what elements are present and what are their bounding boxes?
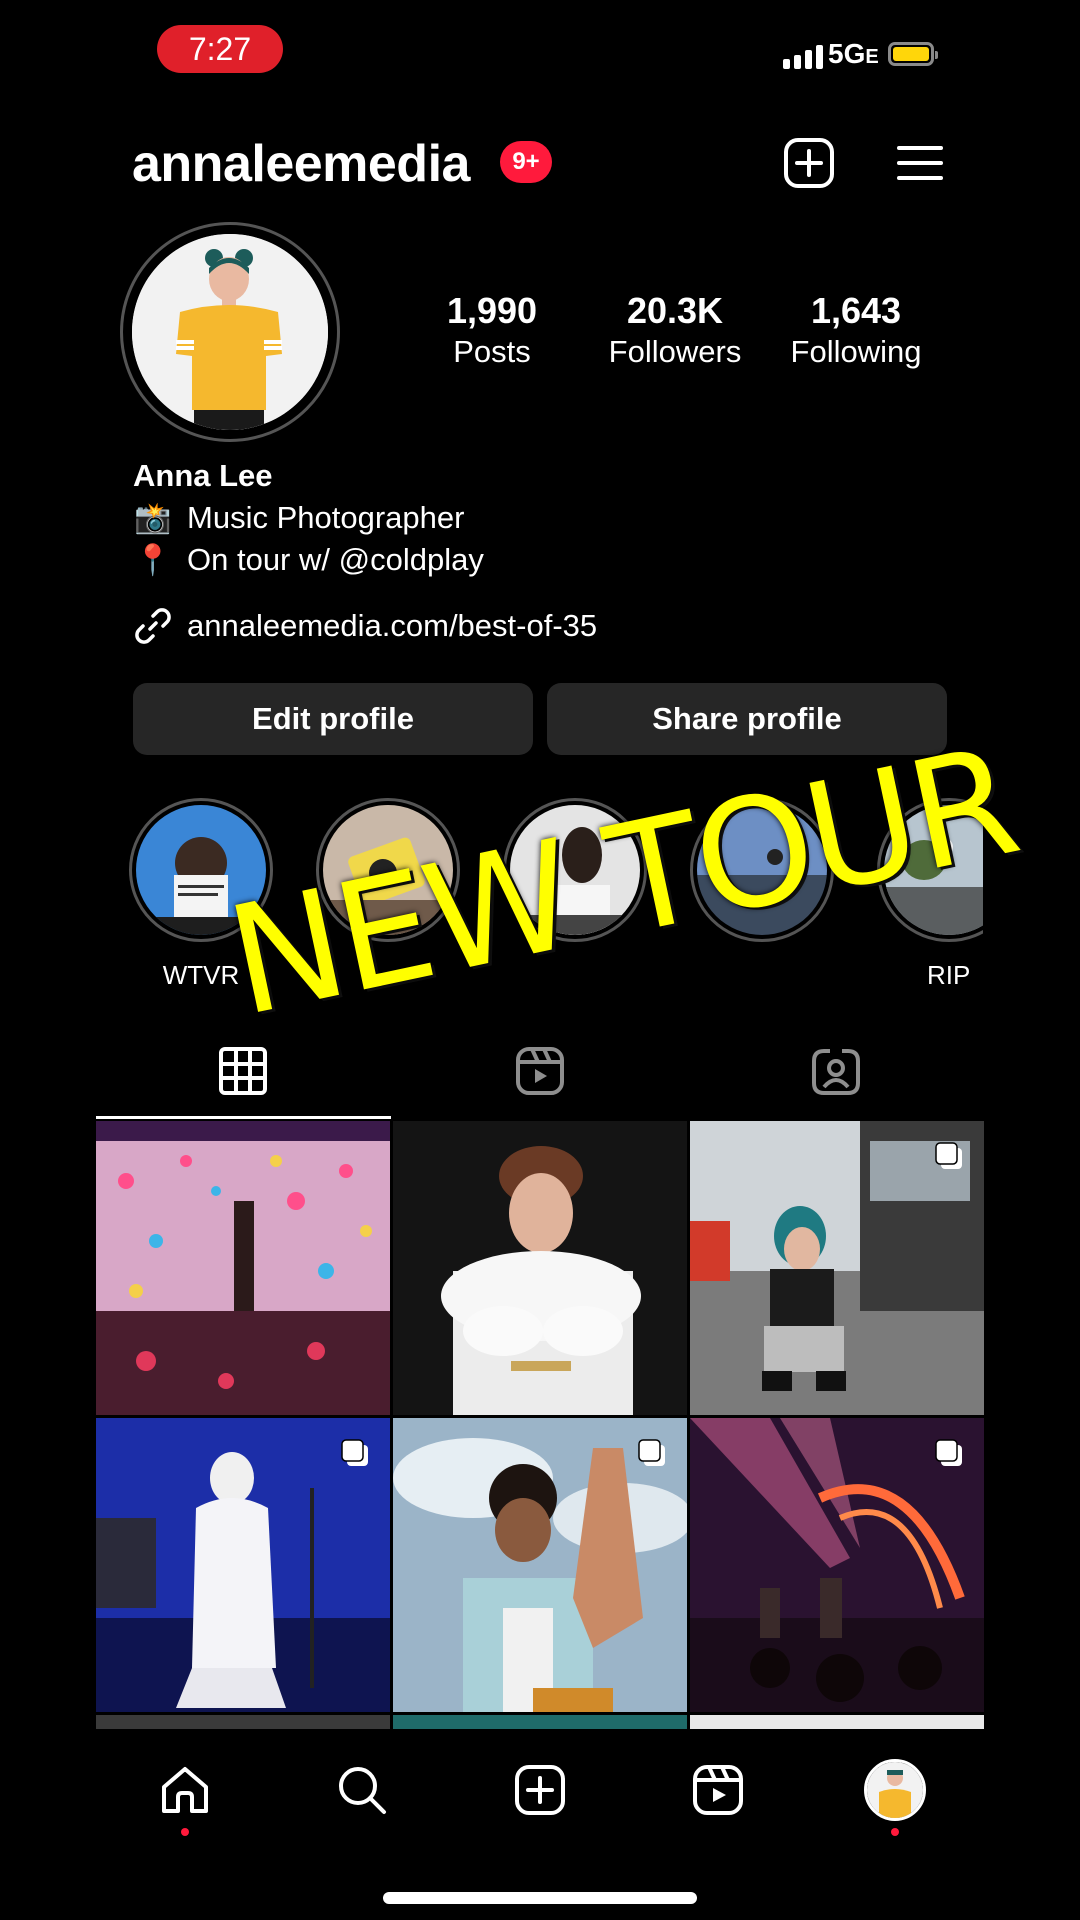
tagged-tab-icon[interactable] (808, 1043, 864, 1099)
search-icon (339, 1767, 386, 1814)
post-thumbnail[interactable] (393, 1418, 687, 1712)
following-count[interactable]: 1,643 Following (780, 290, 932, 370)
post-thumbnail[interactable] (690, 1121, 984, 1415)
post-thumbnail-partial[interactable] (96, 1715, 390, 1729)
post-thumbnail[interactable] (690, 1418, 984, 1712)
home-notification-dot (181, 1828, 189, 1836)
battery-icon (888, 42, 938, 66)
profile-tab-avatar[interactable] (864, 1759, 926, 1821)
network-label: 5GE (828, 38, 879, 69)
notification-badge[interactable]: 9+ (500, 141, 552, 183)
profile-username[interactable]: annaleemedia (132, 134, 470, 194)
edit-profile-button[interactable]: Edit profile (133, 683, 533, 755)
multiple-posts-icon (638, 1439, 665, 1466)
profile-notification-dot (891, 1828, 899, 1836)
menu-icon[interactable] (895, 140, 945, 186)
pin-icon: 📍 (134, 543, 172, 577)
search-tab[interactable] (332, 1760, 392, 1820)
post-thumbnail-partial[interactable] (393, 1715, 687, 1729)
home-indicator (383, 1892, 697, 1904)
post-thumbnail[interactable] (96, 1121, 390, 1415)
active-tab-indicator (96, 1116, 391, 1119)
grid-tab-icon[interactable] (215, 1043, 271, 1099)
link-icon (135, 608, 171, 644)
reels-tab-icon[interactable] (512, 1043, 568, 1099)
reels-icon (693, 1765, 743, 1815)
bio-line: 📍 On tour w/ @coldplay (134, 542, 484, 577)
new-tour-overlay-text: NEW TOUR (215, 714, 1029, 1051)
followers-count[interactable]: 20.3K Followers (600, 290, 750, 370)
home-tab[interactable] (155, 1760, 215, 1820)
post-thumbnail[interactable] (96, 1418, 390, 1712)
bio-line: 📸 Music Photographer (134, 500, 465, 535)
multiple-posts-icon (341, 1439, 368, 1466)
profile-link[interactable]: annaleemedia.com/best-of-35 (133, 606, 597, 646)
plus-square-icon (515, 1765, 565, 1815)
multiple-posts-icon (935, 1439, 962, 1466)
camera-flash-icon: 📸 (134, 501, 172, 535)
reels-tab[interactable] (688, 1760, 748, 1820)
profile-avatar[interactable] (120, 222, 340, 442)
signal-icon (783, 45, 823, 69)
home-icon (162, 1767, 208, 1813)
post-thumbnail[interactable] (393, 1121, 687, 1415)
profile-name: Anna Lee (133, 458, 273, 493)
avatar-photo (132, 234, 328, 430)
posts-count[interactable]: 1,990 Posts (432, 290, 552, 370)
status-time: 7:27 (157, 25, 283, 73)
create-post-icon[interactable] (782, 136, 836, 190)
multiple-posts-icon (935, 1142, 962, 1169)
create-tab[interactable] (510, 1760, 570, 1820)
post-thumbnail-partial[interactable] (690, 1715, 984, 1729)
